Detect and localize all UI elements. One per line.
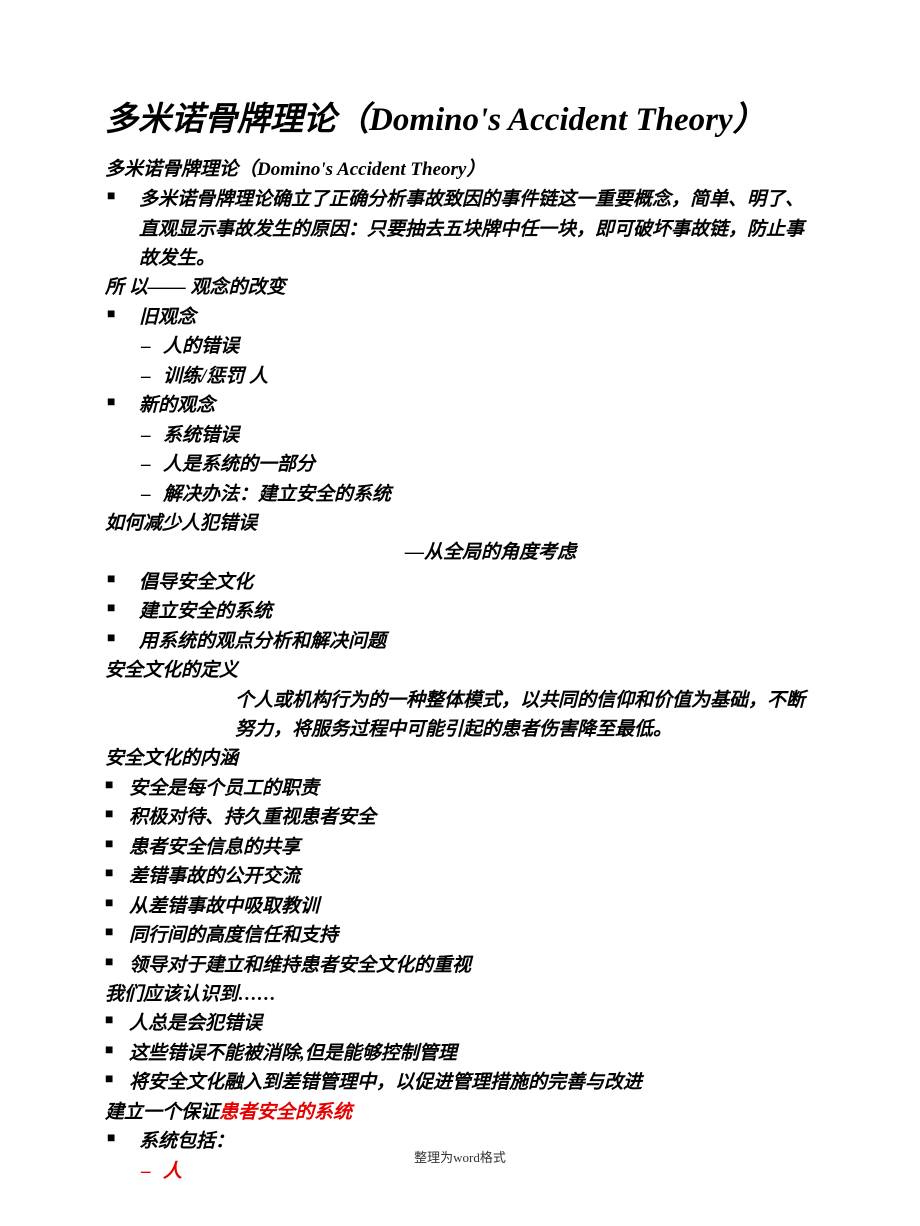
safety-content-item: 积极对待、持久重视患者安全	[105, 803, 815, 832]
page-footer: 整理为word格式	[0, 1147, 920, 1166]
build-system-heading: 建立一个保证患者安全的系统	[105, 1098, 815, 1127]
new-concept-item: 解决办法：建立安全的系统	[105, 480, 815, 509]
new-concept-item: 系统错误	[105, 421, 815, 450]
old-concept-label: 旧观念	[105, 303, 815, 332]
reduce-item: 倡导安全文化	[105, 568, 815, 597]
subtitle: 多米诺骨牌理论（Domino's Accident Theory）	[105, 154, 815, 181]
page-title: 多米诺骨牌理论（Domino's Accident Theory）	[105, 95, 815, 146]
new-concept-item: 人是系统的一部分	[105, 450, 815, 479]
reduce-subtitle: —从全局的角度考虑	[105, 538, 815, 567]
realize-heading: 我们应该认识到……	[105, 980, 815, 1009]
concept-change-heading: 所 以—— 观念的改变	[105, 273, 815, 302]
build-system-prefix: 建立一个保证	[105, 1102, 219, 1123]
safety-content-item: 同行间的高度信任和支持	[105, 921, 815, 950]
build-system-highlight: 患者安全的系统	[219, 1102, 352, 1123]
safety-def-heading: 安全文化的定义	[105, 656, 815, 685]
reduce-item: 用系统的观点分析和解决问题	[105, 627, 815, 656]
reduce-heading: 如何减少人犯错误	[105, 509, 815, 538]
safety-content-item: 从差错事故中吸取教训	[105, 892, 815, 921]
realize-item: 将安全文化融入到差错管理中，以促进管理措施的完善与改进	[105, 1068, 815, 1097]
safety-content-item: 安全是每个员工的职责	[105, 774, 815, 803]
realize-item: 这些错误不能被消除,但是能够控制管理	[105, 1039, 815, 1068]
intro-bullet: 多米诺骨牌理论确立了正确分析事故致因的事件链这一重要概念，简单、明了、直观显示事…	[105, 185, 815, 273]
old-concept-item: 人的错误	[105, 332, 815, 361]
safety-content-item: 差错事故的公开交流	[105, 862, 815, 891]
safety-content-heading: 安全文化的内涵	[105, 744, 815, 773]
reduce-item: 建立安全的系统	[105, 597, 815, 626]
safety-content-item: 患者安全信息的共享	[105, 833, 815, 862]
document-page: 多米诺骨牌理论（Domino's Accident Theory） 多米诺骨牌理…	[0, 0, 920, 1226]
safety-def-body: 个人或机构行为的一种整体模式，以共同的信仰和价值为基础，不断努力，将服务过程中可…	[105, 686, 815, 745]
safety-content-item: 领导对于建立和维持患者安全文化的重视	[105, 951, 815, 980]
new-concept-label: 新的观念	[105, 391, 815, 420]
old-concept-item: 训练/惩罚 人	[105, 362, 815, 391]
realize-item: 人总是会犯错误	[105, 1009, 815, 1038]
